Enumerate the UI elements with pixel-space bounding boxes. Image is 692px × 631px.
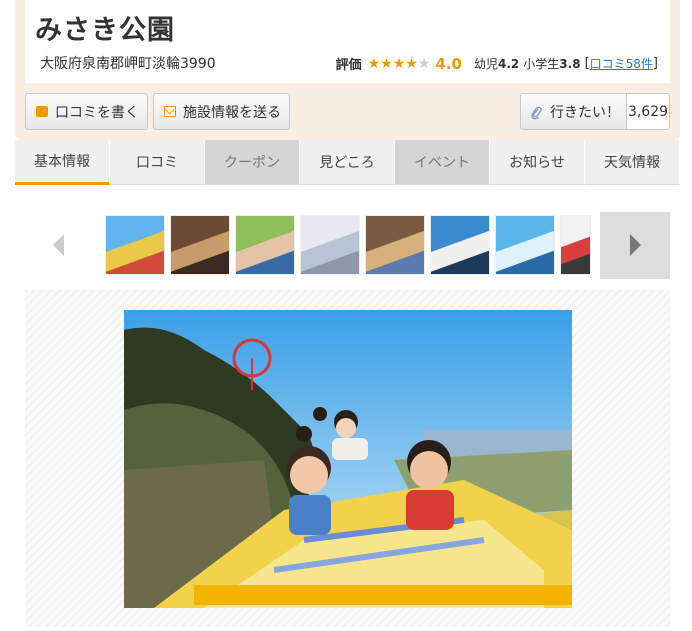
rating-label: 評価 — [335, 58, 362, 73]
want-to-go-button[interactable]: 行きたい！ 3,629 — [520, 93, 670, 130]
previous-arrow-icon[interactable] — [53, 234, 64, 256]
tab-bar: 基本情報 口コミ クーポン 見どころ イベント お知らせ 天気情報 — [15, 140, 680, 185]
write-review-button[interactable]: 口コミを書く — [25, 93, 148, 130]
thumbnail-dolphin-trainer[interactable] — [430, 215, 490, 275]
send-info-button[interactable]: 施設情報を送る — [153, 93, 290, 130]
thumbnail-animal-feeding[interactable] — [170, 215, 230, 275]
tab-4[interactable]: イベント — [395, 140, 490, 185]
thumbnail-kids-train[interactable] — [365, 215, 425, 275]
facility-address: 大阪府泉南郡岬町淡輪3990 — [40, 56, 216, 72]
chat-icon — [36, 106, 48, 117]
mail-icon — [164, 106, 176, 117]
elementary-rating: 小学生3.8 — [523, 57, 581, 71]
rating-value: 4.0 — [435, 54, 462, 73]
send-info-label: 施設情報を送る — [183, 104, 281, 121]
rating-summary: 評価 ★★★★★ 4.0 幼児4.2 小学生3.8 [口コミ58件] — [335, 54, 658, 74]
paperclip-icon — [531, 106, 543, 120]
main-photo-area — [25, 290, 670, 627]
want-count: 3,629 — [627, 94, 669, 129]
facility-title: みさき公園 — [35, 15, 175, 46]
next-arrow-icon — [630, 234, 641, 256]
tab-2[interactable]: クーポン — [205, 140, 300, 185]
tab-3[interactable]: 見どころ — [300, 140, 395, 185]
thumbnail-carousel — [25, 212, 670, 279]
title-box: みさき公園 大阪府泉南郡岬町淡輪3990 評価 ★★★★★ 4.0 幼児4.2 … — [25, 0, 670, 83]
tab-5[interactable]: お知らせ — [490, 140, 585, 185]
main-photo[interactable] — [124, 310, 572, 608]
thumbnail-roller-coaster[interactable] — [105, 215, 165, 275]
infant-rating: 幼児4.2 — [474, 57, 520, 71]
next-button[interactable] — [600, 212, 670, 279]
want-to-go-label: 行きたい！ — [550, 104, 620, 121]
rating-stars: ★★★★★ — [368, 56, 431, 72]
tab-6[interactable]: 天気情報 — [585, 140, 680, 185]
thumbnail-family[interactable] — [235, 215, 295, 275]
tab-0[interactable]: 基本情報 — [15, 140, 110, 185]
star-icon: ★★★★ — [367, 55, 418, 72]
thumbnail-dolphin-show[interactable] — [495, 215, 555, 275]
write-review-label: 口コミを書く — [55, 104, 139, 121]
thumbnail-train-station[interactable] — [300, 215, 360, 275]
reviews-link[interactable]: 口コミ58件 — [590, 55, 653, 72]
tab-1[interactable]: 口コミ — [110, 140, 205, 185]
thumbnail-kids[interactable] — [560, 215, 591, 275]
star-empty-icon: ★ — [417, 55, 431, 72]
